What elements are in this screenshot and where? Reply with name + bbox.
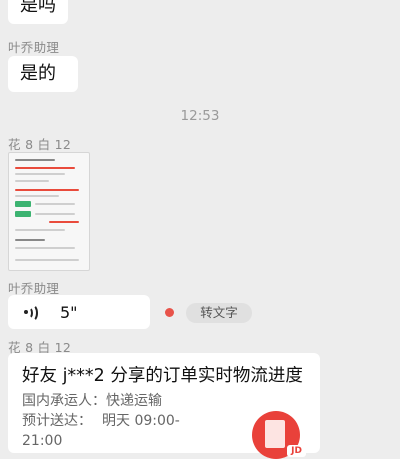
card-title: 好友 j***2 分享的订单实时物流进度 <box>22 366 303 386</box>
voice-duration: 5" <box>60 302 78 322</box>
chat-timestamp: 12:53 <box>180 108 220 124</box>
voice-wave-icon <box>22 304 46 322</box>
eta-value: 明天 09:00- <box>102 413 180 429</box>
sender-name: 花 8 白 12 <box>8 137 72 152</box>
message-text: 是吗 <box>20 0 56 16</box>
message-bubble[interactable]: 是的 <box>8 56 78 92</box>
chat-window: 是吗 叶乔助理 是的 12:53 花 8 白 12 叶乔助理 5" 转文字 花 … <box>0 0 400 459</box>
image-message[interactable] <box>8 152 90 271</box>
voice-message[interactable]: 5" <box>8 295 150 329</box>
order-thumbnail: JD <box>252 411 306 459</box>
carrier-line: 国内承运人：快递运输 <box>22 391 306 411</box>
sender-name: 叶乔助理 <box>8 40 60 55</box>
eta-value-continued: 21:00 <box>22 433 63 449</box>
jd-logo: JD <box>287 445 306 457</box>
unread-indicator <box>165 308 174 317</box>
order-tracking-card[interactable]: 好友 j***2 分享的订单实时物流进度 国内承运人：快递运输 预计送达： 明天 … <box>8 353 320 459</box>
document-icon <box>265 420 285 448</box>
transcribe-button[interactable]: 转文字 <box>186 303 252 323</box>
message-bubble[interactable]: 是吗 <box>8 0 68 24</box>
eta-label: 预计送达： <box>22 413 92 429</box>
carrier-label: 国内承运人： <box>22 393 106 409</box>
carrier-value: 快递运输 <box>106 393 162 409</box>
message-text: 是的 <box>20 63 56 84</box>
